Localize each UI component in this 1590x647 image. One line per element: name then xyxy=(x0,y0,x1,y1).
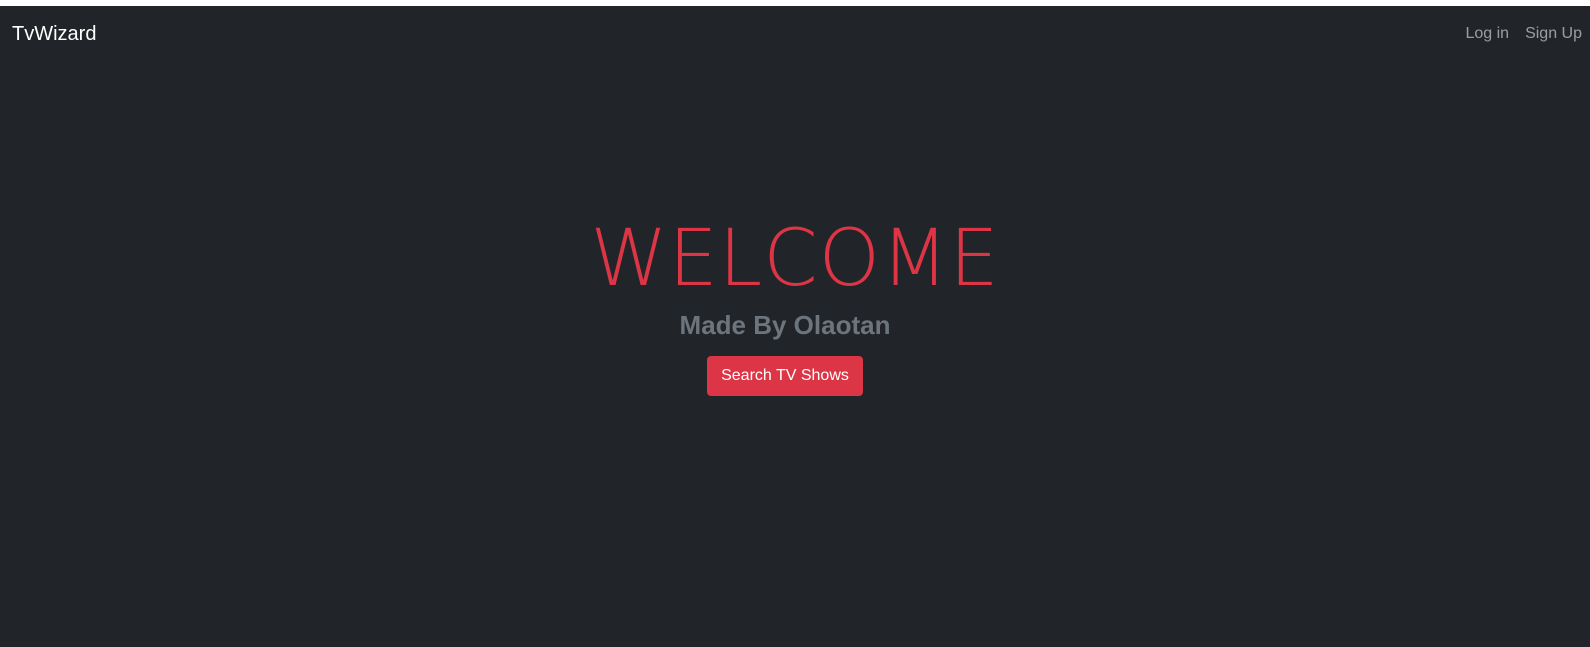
welcome-heading: WELCOME xyxy=(590,214,1000,304)
author-subtitle: Made By Olaotan xyxy=(679,310,891,340)
app-container: TvWizard Log in Sign Up WELCOME Made By … xyxy=(0,6,1590,647)
signup-link[interactable]: Sign Up xyxy=(1525,24,1582,44)
brand-link[interactable]: TvWizard xyxy=(12,22,96,46)
navbar: TvWizard Log in Sign Up xyxy=(0,6,1590,62)
login-link[interactable]: Log in xyxy=(1465,24,1509,44)
nav-links: Log in Sign Up xyxy=(1465,24,1582,44)
search-tv-shows-button[interactable]: Search TV Shows xyxy=(707,356,863,396)
hero-section: WELCOME Made By Olaotan Search TV Shows xyxy=(0,212,1590,396)
